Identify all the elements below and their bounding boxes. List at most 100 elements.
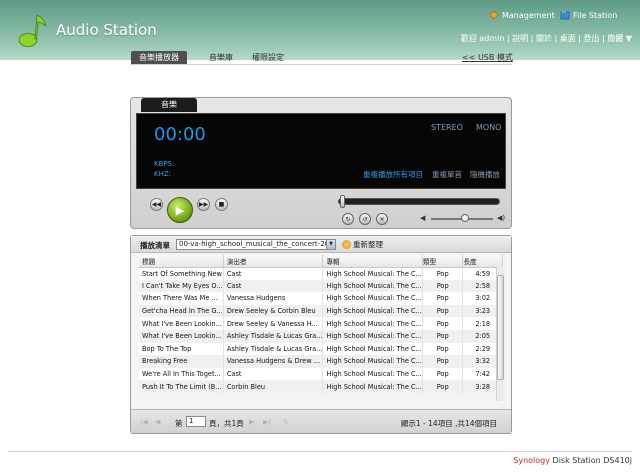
repeat-icon: ↻ <box>345 215 351 223</box>
track-title: Push It To The Limit (B... <box>139 380 224 393</box>
last-page-icon[interactable]: ▶| <box>263 418 271 426</box>
stop-button[interactable]: ■ <box>215 198 228 211</box>
repeat-one-mode[interactable]: 重複單首 <box>432 169 462 180</box>
help-link[interactable]: 說明 <box>512 34 528 43</box>
prev-page-icon[interactable]: ◀ <box>155 418 160 426</box>
playlist-select[interactable]: 00-va-high_school_musical_the_concert-20… <box>176 239 336 250</box>
page-input[interactable]: 1 <box>186 416 206 427</box>
pager-refresh-icon[interactable]: ↻ <box>283 418 289 426</box>
next-page-icon[interactable]: ▶ <box>249 418 254 426</box>
repeat-one-icon: ↺ <box>362 215 368 223</box>
track-genre: Pop <box>422 355 464 368</box>
shuffle-mode[interactable]: 隨機播放 <box>470 169 500 180</box>
page-suffix: 頁，共1頁 <box>209 419 244 428</box>
about-link[interactable]: 關於 <box>536 34 552 43</box>
table-row[interactable]: Breaking Free Vanessa Hudgens & Drew ... H… <box>139 355 503 368</box>
footer: Synology Disk Station DS410j <box>513 456 632 465</box>
khz-label: KHZ: <box>154 170 172 178</box>
tab-permissions[interactable]: 權限設定 <box>244 51 292 64</box>
kbps-label: KBPS: <box>154 160 175 168</box>
footer-divider <box>8 451 632 452</box>
track-artist: Vanessa Hudgens & Drew ... <box>223 355 324 368</box>
play-icon: ▶ <box>175 203 185 217</box>
language-select[interactable]: 簡體 ▼ <box>607 34 632 43</box>
track-genre: Pop <box>422 267 464 280</box>
track-list: Start Of Something New Cast High School Mu… <box>139 267 503 393</box>
tab-divider <box>130 64 512 65</box>
track-album: High School Musical: The C... <box>322 292 423 305</box>
track-artist: Vanessa Hudgens <box>223 292 324 305</box>
playlist-scroll-thumb[interactable] <box>497 275 504 380</box>
shuffle-button[interactable]: ✕ <box>376 213 388 225</box>
player-display: 00:00 STEREO MONO KBPS: KHZ: 重複播放所有項目 重複… <box>136 113 506 189</box>
stereo-indicator: STEREO <box>431 123 463 132</box>
table-row[interactable]: Start Of Something New Cast High School Mu… <box>139 267 503 280</box>
table-row[interactable]: Bop To The Top Ashley Tisdale & Lucas Gra… <box>139 342 503 356</box>
track-album: High School Musical: The C... <box>322 317 423 330</box>
volume-handle[interactable] <box>461 214 469 222</box>
player-tab[interactable]: 音樂 <box>141 98 197 112</box>
main-tabs: 音樂播放器 音樂庫 權限設定 << USB 模式 <box>0 49 640 65</box>
music-player: 音樂 00:00 STEREO MONO KBPS: KHZ: 重複播放所有項目… <box>130 97 512 229</box>
playlist-toolbar: 播放清單 00-va-high_school_musical_the_conce… <box>131 236 511 253</box>
column-album[interactable]: 專輯 <box>322 255 423 268</box>
refresh-icon <box>342 240 351 249</box>
table-row[interactable]: Get'cha Head In The G... Drew Seeley & Co… <box>139 304 503 318</box>
usb-mode-link[interactable]: << USB 模式 <box>462 52 513 63</box>
track-genre: Pop <box>422 380 464 393</box>
track-genre: Pop <box>422 317 464 330</box>
table-row[interactable]: When There Was Me ... Vanessa Hudgens High… <box>139 292 503 305</box>
table-row[interactable]: I Can't Take My Eyes O... Cast High School… <box>139 279 503 293</box>
previous-icon: ◀◀ <box>151 201 162 208</box>
seek-handle[interactable] <box>340 195 345 208</box>
chevron-down-icon[interactable]: ▼ <box>326 240 335 249</box>
playlist-pager: |◀ ◀ 第 1 頁，共1頁 ▶ ▶| ↻ 顯示1 - 14項目 ,共14個項目 <box>131 409 511 433</box>
playlist-scrollbar[interactable] <box>496 267 504 401</box>
playlist-selected-value: 00-va-high_school_musical_the_concert-20… <box>179 240 336 248</box>
table-row[interactable]: What I've Been Lookin... Drew Seeley & Va… <box>139 317 503 330</box>
column-artist[interactable]: 演出者 <box>223 255 324 268</box>
track-genre: Pop <box>422 367 464 381</box>
repeat-one-button[interactable]: ↺ <box>359 213 371 225</box>
table-row[interactable]: We're All In This Toget... Cast High Schoo… <box>139 367 503 381</box>
play-button[interactable]: ▶ <box>167 197 193 223</box>
track-album: High School Musical: The C... <box>322 304 423 318</box>
desktop-link[interactable]: 桌面 <box>560 34 576 43</box>
track-table-header: 標題 演出者 專輯 類型 長度 <box>139 255 503 268</box>
page-prefix: 第 <box>175 419 183 428</box>
repeat-button[interactable]: ↻ <box>342 213 354 225</box>
logout-link[interactable]: 登出 <box>584 34 600 43</box>
table-row[interactable]: Push It To The Limit (B... Corbin Bleu Hig… <box>139 380 503 393</box>
column-genre[interactable]: 類型 <box>422 255 464 268</box>
track-artist: Cast <box>223 367 324 381</box>
track-album: High School Musical: The C... <box>322 329 423 343</box>
table-row[interactable]: What I've Been Lookin... Ashley Tisdale &… <box>139 329 503 343</box>
file-station-link[interactable]: File Station <box>560 10 617 20</box>
tab-music-player[interactable]: 音樂播放器 <box>131 51 187 64</box>
footer-brand: Synology <box>513 456 550 465</box>
track-genre: Pop <box>422 329 464 343</box>
next-icon: ▶▶ <box>198 201 209 208</box>
column-length[interactable]: 長度 <box>462 255 503 268</box>
shuffle-icon: ✕ <box>379 215 385 223</box>
first-page-icon[interactable]: |◀ <box>140 418 148 426</box>
track-artist: Drew Seeley & Corbin Bleu <box>223 304 324 318</box>
refresh-button[interactable]: 重新整理 <box>342 239 383 250</box>
tab-music-library[interactable]: 音樂庫 <box>201 51 241 64</box>
track-table: 標題 演出者 專輯 類型 長度 Start Of Something New Ca… <box>139 255 503 393</box>
repeat-all-mode[interactable]: 重複播放所有項目 <box>363 169 423 180</box>
seek-bar[interactable] <box>338 198 500 205</box>
column-title[interactable]: 標題 <box>139 255 224 268</box>
volume-up-icon: ◀) <box>497 214 506 222</box>
track-artist: Ashley Tisdale & Lucas Gra... <box>223 329 324 343</box>
track-artist: Cast <box>223 267 324 280</box>
track-album: High School Musical: The C... <box>322 380 423 393</box>
next-button[interactable]: ▶▶ <box>197 198 210 211</box>
previous-button[interactable]: ◀◀ <box>150 198 163 211</box>
track-artist: Drew Seeley & Vanessa H... <box>223 317 324 330</box>
track-title: What I've Been Lookin... <box>139 317 224 330</box>
management-link[interactable]: Management <box>489 10 555 20</box>
track-artist: Cast <box>223 279 324 293</box>
refresh-label: 重新整理 <box>353 240 383 249</box>
track-title: When There Was Me ... <box>139 292 224 305</box>
